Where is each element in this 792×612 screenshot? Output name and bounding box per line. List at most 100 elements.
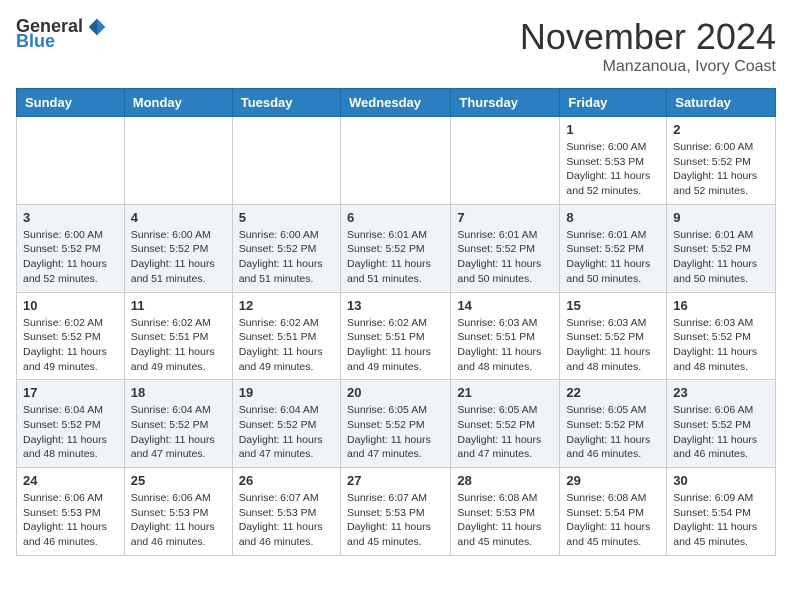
calendar-cell [451,117,560,205]
day-info: Sunrise: 6:04 AM Sunset: 5:52 PM Dayligh… [23,403,118,462]
calendar-cell: 4 Sunrise: 6:00 AM Sunset: 5:52 PM Daylig… [124,204,232,292]
day-number: 3 [23,210,118,225]
day-number: 26 [239,473,334,488]
calendar-cell: 16 Sunrise: 6:03 AM Sunset: 5:52 PM Dayli… [667,292,776,380]
day-info: Sunrise: 6:07 AM Sunset: 5:53 PM Dayligh… [347,491,444,550]
calendar-cell: 20 Sunrise: 6:05 AM Sunset: 5:52 PM Dayli… [340,380,450,468]
calendar-cell: 29Sunrise: 6:08 AM Sunset: 5:54 PM Dayli… [560,468,667,556]
day-info: Sunrise: 6:01 AM Sunset: 5:52 PM Dayligh… [347,228,444,287]
day-info: Sunrise: 6:05 AM Sunset: 5:52 PM Dayligh… [457,403,553,462]
calendar-cell: 5 Sunrise: 6:00 AM Sunset: 5:52 PM Daylig… [232,204,340,292]
day-number: 7 [457,210,553,225]
day-number: 20 [347,385,444,400]
day-number: 18 [131,385,226,400]
calendar-cell: 28 Sunrise: 6:08 AM Sunset: 5:53 PM Dayli… [451,468,560,556]
day-number: 8 [566,210,660,225]
location-subtitle: Manzanoua, Ivory Coast [520,58,776,76]
column-header-monday: Monday [124,89,232,117]
calendar-cell: 21Sunrise: 6:05 AM Sunset: 5:52 PM Dayli… [451,380,560,468]
column-header-friday: Friday [560,89,667,117]
calendar-cell: 26 Sunrise: 6:07 AM Sunset: 5:53 PM Dayli… [232,468,340,556]
day-info: Sunrise: 6:01 AM Sunset: 5:52 PM Dayligh… [566,228,660,287]
page-header: General Blue November 2024 Manzanoua, Iv… [16,16,776,76]
day-number: 16 [673,298,769,313]
day-info: Sunrise: 6:00 AM Sunset: 5:53 PM Dayligh… [566,140,660,199]
calendar-cell [340,117,450,205]
day-info: Sunrise: 6:01 AM Sunset: 5:52 PM Dayligh… [457,228,553,287]
calendar-cell: 11 Sunrise: 6:02 AM Sunset: 5:51 PM Dayli… [124,292,232,380]
day-number: 2 [673,122,769,137]
calendar-week-row: 17 Sunrise: 6:04 AM Sunset: 5:52 PM Dayli… [17,380,776,468]
calendar-cell: 18 Sunrise: 6:04 AM Sunset: 5:52 PM Dayli… [124,380,232,468]
calendar-cell: 19 Sunrise: 6:04 AM Sunset: 5:52 PM Dayli… [232,380,340,468]
day-number: 13 [347,298,444,313]
logo: General Blue [16,16,107,52]
calendar-cell: 23Sunrise: 6:06 AM Sunset: 5:52 PM Dayli… [667,380,776,468]
calendar-cell: 6Sunrise: 6:01 AM Sunset: 5:52 PM Daylig… [340,204,450,292]
calendar-cell: 2 Sunrise: 6:00 AM Sunset: 5:52 PM Daylig… [667,117,776,205]
day-info: Sunrise: 6:00 AM Sunset: 5:52 PM Dayligh… [673,140,769,199]
day-number: 5 [239,210,334,225]
calendar-week-row: 1 Sunrise: 6:00 AM Sunset: 5:53 PM Daylig… [17,117,776,205]
day-info: Sunrise: 6:02 AM Sunset: 5:51 PM Dayligh… [347,316,444,375]
day-number: 1 [566,122,660,137]
day-number: 12 [239,298,334,313]
calendar-cell: 1 Sunrise: 6:00 AM Sunset: 5:53 PM Daylig… [560,117,667,205]
calendar-cell: 12 Sunrise: 6:02 AM Sunset: 5:51 PM Dayli… [232,292,340,380]
day-number: 25 [131,473,226,488]
day-info: Sunrise: 6:07 AM Sunset: 5:53 PM Dayligh… [239,491,334,550]
day-number: 29 [566,473,660,488]
day-number: 19 [239,385,334,400]
day-info: Sunrise: 6:03 AM Sunset: 5:51 PM Dayligh… [457,316,553,375]
day-number: 17 [23,385,118,400]
day-info: Sunrise: 6:00 AM Sunset: 5:52 PM Dayligh… [23,228,118,287]
day-info: Sunrise: 6:06 AM Sunset: 5:53 PM Dayligh… [23,491,118,550]
calendar-cell: 13 Sunrise: 6:02 AM Sunset: 5:51 PM Dayli… [340,292,450,380]
title-block: November 2024 Manzanoua, Ivory Coast [520,16,776,76]
day-info: Sunrise: 6:05 AM Sunset: 5:52 PM Dayligh… [347,403,444,462]
day-info: Sunrise: 6:06 AM Sunset: 5:53 PM Dayligh… [131,491,226,550]
day-number: 15 [566,298,660,313]
logo-icon [87,17,107,37]
column-header-saturday: Saturday [667,89,776,117]
day-number: 28 [457,473,553,488]
calendar-cell [17,117,125,205]
day-info: Sunrise: 6:04 AM Sunset: 5:52 PM Dayligh… [131,403,226,462]
calendar-cell: 30 Sunrise: 6:09 AM Sunset: 5:54 PM Dayli… [667,468,776,556]
day-info: Sunrise: 6:03 AM Sunset: 5:52 PM Dayligh… [566,316,660,375]
day-info: Sunrise: 6:02 AM Sunset: 5:51 PM Dayligh… [131,316,226,375]
month-title: November 2024 [520,16,776,58]
day-number: 22 [566,385,660,400]
day-info: Sunrise: 6:03 AM Sunset: 5:52 PM Dayligh… [673,316,769,375]
calendar-cell: 24Sunrise: 6:06 AM Sunset: 5:53 PM Dayli… [17,468,125,556]
calendar-cell: 17 Sunrise: 6:04 AM Sunset: 5:52 PM Dayli… [17,380,125,468]
column-header-wednesday: Wednesday [340,89,450,117]
calendar-cell: 3 Sunrise: 6:00 AM Sunset: 5:52 PM Daylig… [17,204,125,292]
day-number: 4 [131,210,226,225]
calendar-cell: 15 Sunrise: 6:03 AM Sunset: 5:52 PM Dayli… [560,292,667,380]
day-number: 9 [673,210,769,225]
day-number: 14 [457,298,553,313]
day-number: 23 [673,385,769,400]
calendar-week-row: 10Sunrise: 6:02 AM Sunset: 5:52 PM Dayli… [17,292,776,380]
day-info: Sunrise: 6:05 AM Sunset: 5:52 PM Dayligh… [566,403,660,462]
day-info: Sunrise: 6:00 AM Sunset: 5:52 PM Dayligh… [131,228,226,287]
day-info: Sunrise: 6:00 AM Sunset: 5:52 PM Dayligh… [239,228,334,287]
calendar-cell: 8 Sunrise: 6:01 AM Sunset: 5:52 PM Daylig… [560,204,667,292]
calendar-cell [124,117,232,205]
calendar-cell: 27 Sunrise: 6:07 AM Sunset: 5:53 PM Dayli… [340,468,450,556]
calendar-cell: 7 Sunrise: 6:01 AM Sunset: 5:52 PM Daylig… [451,204,560,292]
day-number: 27 [347,473,444,488]
day-info: Sunrise: 6:09 AM Sunset: 5:54 PM Dayligh… [673,491,769,550]
day-info: Sunrise: 6:02 AM Sunset: 5:51 PM Dayligh… [239,316,334,375]
logo-blue-text: Blue [16,31,55,52]
day-number: 30 [673,473,769,488]
day-info: Sunrise: 6:04 AM Sunset: 5:52 PM Dayligh… [239,403,334,462]
calendar-week-row: 24Sunrise: 6:06 AM Sunset: 5:53 PM Dayli… [17,468,776,556]
day-number: 11 [131,298,226,313]
day-info: Sunrise: 6:01 AM Sunset: 5:52 PM Dayligh… [673,228,769,287]
column-header-sunday: Sunday [17,89,125,117]
calendar-table: SundayMondayTuesdayWednesdayThursdayFrid… [16,88,776,556]
column-header-thursday: Thursday [451,89,560,117]
day-info: Sunrise: 6:08 AM Sunset: 5:53 PM Dayligh… [457,491,553,550]
